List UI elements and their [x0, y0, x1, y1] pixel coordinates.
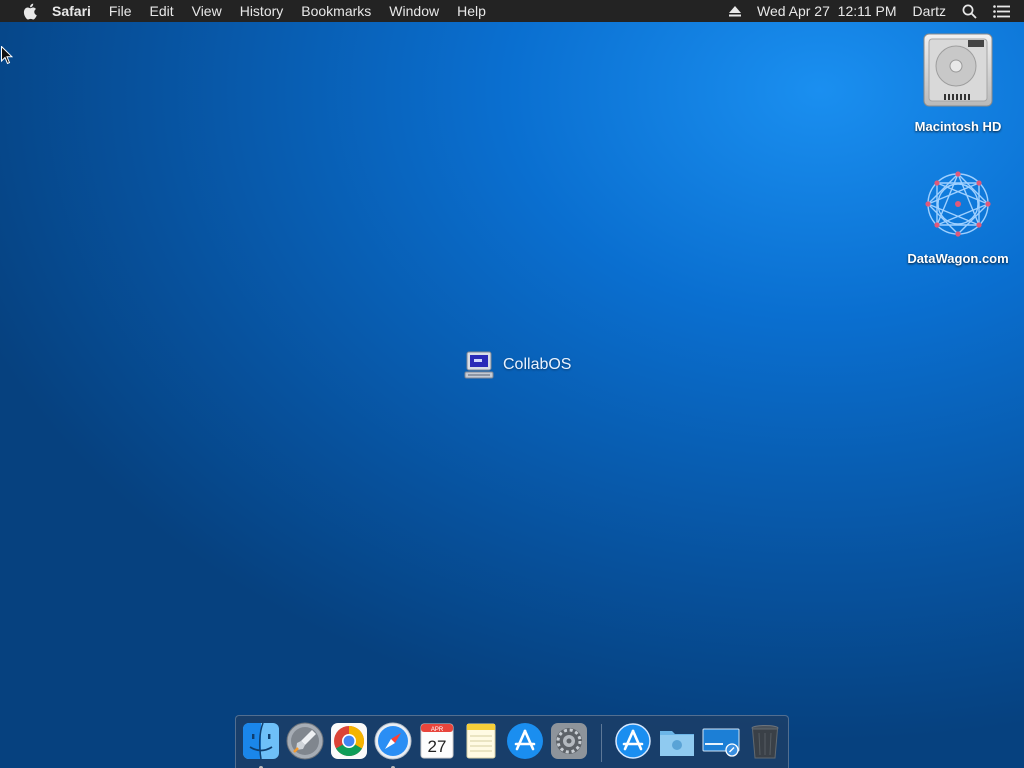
search-icon[interactable]: [962, 4, 977, 19]
collabos-label: CollabOS: [503, 356, 572, 373]
menu-edit[interactable]: Edit: [140, 0, 182, 22]
datawagon-logo-icon: [925, 171, 991, 237]
safari-icon: [374, 722, 412, 760]
menu-view[interactable]: View: [183, 0, 231, 22]
menu-help[interactable]: Help: [448, 0, 495, 22]
dock-notes[interactable]: [461, 721, 501, 761]
mouse-cursor-icon: [1, 46, 13, 65]
menu-app-name[interactable]: Safari: [42, 0, 100, 22]
menu-bookmarks[interactable]: Bookmarks: [292, 0, 380, 22]
eject-icon[interactable]: [728, 5, 741, 17]
trash-icon: [751, 725, 779, 759]
collabos-launcher[interactable]: CollabOS: [464, 351, 571, 379]
dock-calendar[interactable]: APR 27: [417, 721, 457, 761]
app-store-icon: [507, 723, 543, 759]
calendar-day: 27: [428, 737, 447, 756]
dock-screen-sharing[interactable]: [701, 721, 741, 761]
menu-window[interactable]: Window: [380, 0, 448, 22]
finder-icon: [243, 722, 279, 760]
status-area: Wed Apr 27 12:11 PM Dartz: [721, 0, 1024, 22]
menu-file[interactable]: File: [100, 0, 141, 22]
calendar-icon: APR 27: [420, 723, 454, 759]
menu-history[interactable]: History: [231, 0, 293, 22]
menu-bar: Safari File Edit View History Bookmarks …: [0, 0, 1024, 22]
user-name[interactable]: Dartz: [913, 0, 946, 22]
apple-icon[interactable]: [16, 3, 42, 20]
dock-folder[interactable]: [657, 721, 697, 761]
launchpad-icon: [286, 722, 324, 760]
dock-trash[interactable]: [745, 721, 785, 761]
desktop-icon-label: Macintosh HD: [914, 119, 1002, 134]
menu-list-icon[interactable]: [993, 4, 1010, 18]
folder-icon: [660, 731, 694, 756]
dock-finder[interactable]: [241, 721, 281, 768]
dock-app-store[interactable]: [505, 721, 545, 761]
notes-icon: [466, 723, 496, 759]
dock-launchpad[interactable]: [285, 721, 325, 761]
calendar-month: APR: [431, 727, 444, 733]
dock-applications-stack[interactable]: [613, 721, 653, 761]
hard-drive-icon: [923, 33, 993, 107]
computer-icon: [464, 351, 494, 379]
desktop-icon-datawagon[interactable]: DataWagon.com: [893, 166, 1023, 266]
desktop-icon-macintosh-hd[interactable]: Macintosh HD: [893, 30, 1023, 134]
dock-separator: [601, 724, 602, 762]
dock: APR 27: [235, 715, 789, 768]
dock-system-preferences[interactable]: [549, 721, 589, 761]
desktop-icon-label: DataWagon.com: [907, 251, 1009, 266]
dock-chrome[interactable]: [329, 721, 369, 761]
gear-icon: [551, 723, 587, 759]
app-store-folder-icon: [615, 723, 651, 759]
chrome-icon: [331, 723, 367, 759]
menu-clock[interactable]: Wed Apr 27 12:11 PM: [757, 0, 897, 22]
screen-sharing-icon: [702, 728, 740, 757]
dock-safari[interactable]: [373, 721, 413, 768]
